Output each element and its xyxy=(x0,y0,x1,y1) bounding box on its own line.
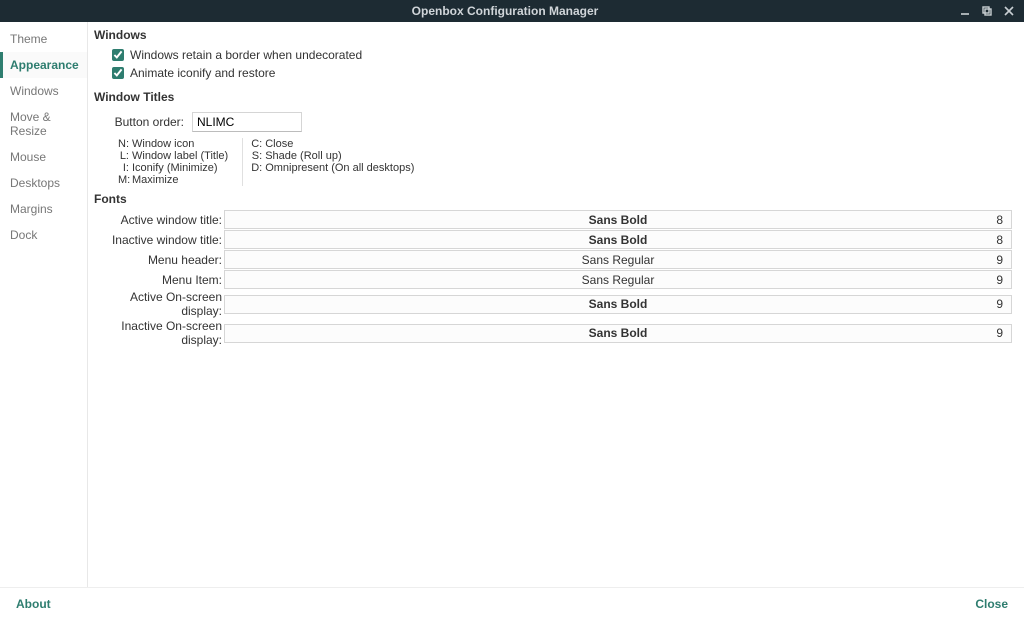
legend-code: C: xyxy=(251,138,265,150)
font-row: Active On-screen display: Sans Bold 9 xyxy=(94,290,1012,318)
legend-code: M: xyxy=(118,174,132,186)
font-size: 9 xyxy=(996,253,1003,267)
legend-line: M: Maximize xyxy=(118,174,228,186)
sidebar-item-dock[interactable]: Dock xyxy=(0,222,87,248)
titlebar: Openbox Configuration Manager xyxy=(0,0,1024,22)
legend-code: N: xyxy=(118,138,132,150)
font-row: Menu header: Sans Regular 9 xyxy=(94,250,1012,269)
footer: About Close xyxy=(0,587,1024,619)
font-name: Sans Bold xyxy=(589,233,648,247)
section-window-titles-heading: Window Titles xyxy=(94,90,1012,104)
section-fonts-heading: Fonts xyxy=(94,192,1012,206)
legend-code: D: xyxy=(251,162,265,174)
legend-code: S: xyxy=(251,150,265,162)
sidebar-item-appearance[interactable]: Appearance xyxy=(0,52,87,78)
font-size: 8 xyxy=(996,213,1003,227)
font-row: Inactive On-screen display: Sans Bold 9 xyxy=(94,319,1012,347)
close-button[interactable]: Close xyxy=(975,597,1008,611)
font-row-label: Menu Item: xyxy=(94,273,224,287)
font-name: Sans Bold xyxy=(589,213,648,227)
font-picker-button[interactable]: Sans Regular 9 xyxy=(224,270,1012,289)
font-row-label: Active window title: xyxy=(94,213,224,227)
close-icon[interactable] xyxy=(1002,4,1016,18)
button-order-legend: N: Window iconL: Window label (Title)I: … xyxy=(94,136,1012,192)
animate-iconify-checkbox[interactable] xyxy=(112,67,124,79)
legend-line: N: Window icon xyxy=(118,138,228,150)
minimize-icon[interactable] xyxy=(958,4,972,18)
legend-desc: Shade (Roll up) xyxy=(265,150,341,162)
font-picker-button[interactable]: Sans Bold 8 xyxy=(224,210,1012,229)
sidebar: ThemeAppearanceWindowsMove & ResizeMouse… xyxy=(0,22,88,587)
font-picker-button[interactable]: Sans Regular 9 xyxy=(224,250,1012,269)
legend-line: I: Iconify (Minimize) xyxy=(118,162,228,174)
legend-line: L: Window label (Title) xyxy=(118,150,228,162)
font-size: 9 xyxy=(996,326,1003,340)
legend-code: I: xyxy=(118,162,132,174)
button-order-input[interactable] xyxy=(192,112,302,132)
sidebar-item-desktops[interactable]: Desktops xyxy=(0,170,87,196)
window-title: Openbox Configuration Manager xyxy=(60,4,950,18)
font-size: 8 xyxy=(996,233,1003,247)
font-size: 9 xyxy=(996,273,1003,287)
font-row-label: Menu header: xyxy=(94,253,224,267)
legend-line: C: Close xyxy=(251,138,414,150)
legend-line: S: Shade (Roll up) xyxy=(251,150,414,162)
retain-border-label[interactable]: Windows retain a border when undecorated xyxy=(130,48,362,62)
window-controls xyxy=(950,4,1024,18)
font-picker-button[interactable]: Sans Bold 8 xyxy=(224,230,1012,249)
font-row: Active window title: Sans Bold 8 xyxy=(94,210,1012,229)
font-size: 9 xyxy=(996,297,1003,311)
legend-desc: Maximize xyxy=(132,174,178,186)
retain-border-checkbox[interactable] xyxy=(112,49,124,61)
legend-desc: Window icon xyxy=(132,138,194,150)
font-picker-button[interactable]: Sans Bold 9 xyxy=(224,295,1012,314)
about-button[interactable]: About xyxy=(16,597,51,611)
legend-code: L: xyxy=(118,150,132,162)
legend-desc: Close xyxy=(265,138,293,150)
font-name: Sans Regular xyxy=(582,273,655,287)
font-row-label: Inactive window title: xyxy=(94,233,224,247)
font-name: Sans Bold xyxy=(589,326,648,340)
content-appearance: Windows Windows retain a border when und… xyxy=(88,22,1024,587)
animate-iconify-label[interactable]: Animate iconify and restore xyxy=(130,66,275,80)
sidebar-item-move-resize[interactable]: Move & Resize xyxy=(0,104,87,144)
sidebar-item-mouse[interactable]: Mouse xyxy=(0,144,87,170)
font-picker-button[interactable]: Sans Bold 9 xyxy=(224,324,1012,343)
font-row: Inactive window title: Sans Bold 8 xyxy=(94,230,1012,249)
font-name: Sans Regular xyxy=(582,253,655,267)
sidebar-item-margins[interactable]: Margins xyxy=(0,196,87,222)
maximize-icon[interactable] xyxy=(980,4,994,18)
legend-desc: Window label (Title) xyxy=(132,150,228,162)
section-windows-heading: Windows xyxy=(94,28,1012,42)
legend-desc: Iconify (Minimize) xyxy=(132,162,218,174)
font-row: Menu Item: Sans Regular 9 xyxy=(94,270,1012,289)
button-order-label: Button order: xyxy=(104,115,184,129)
sidebar-item-theme[interactable]: Theme xyxy=(0,26,87,52)
font-name: Sans Bold xyxy=(589,297,648,311)
font-row-label: Active On-screen display: xyxy=(94,290,224,318)
legend-desc: Omnipresent (On all desktops) xyxy=(265,162,414,174)
legend-line: D: Omnipresent (On all desktops) xyxy=(251,162,414,174)
sidebar-item-windows[interactable]: Windows xyxy=(0,78,87,104)
font-row-label: Inactive On-screen display: xyxy=(94,319,224,347)
